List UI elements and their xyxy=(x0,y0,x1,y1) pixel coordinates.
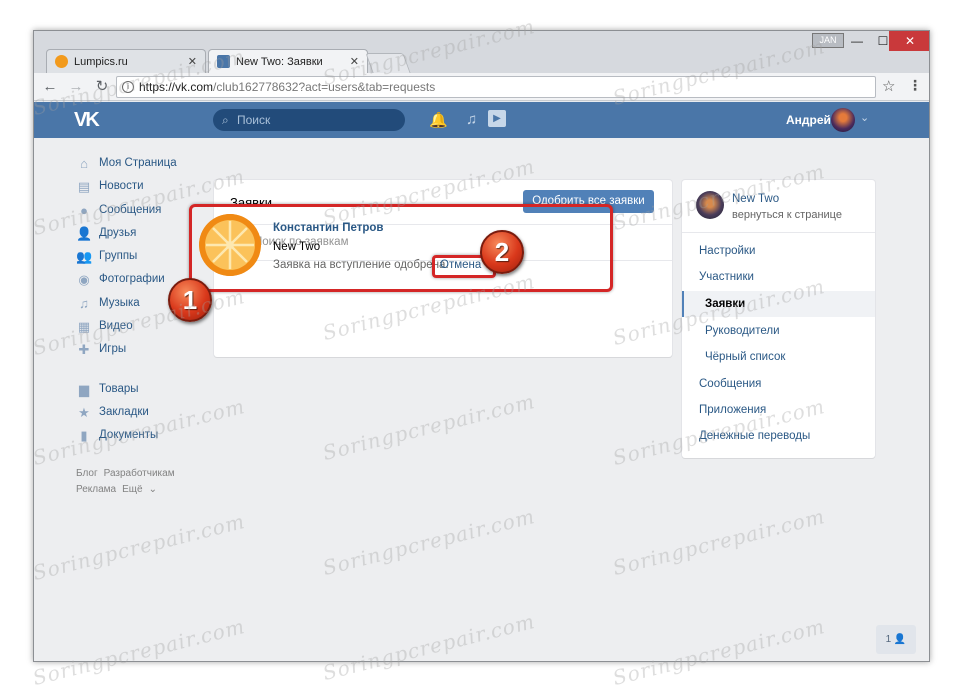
group-name-link[interactable]: New Two xyxy=(732,193,779,205)
sidebar-item-groups[interactable]: 👥Группы1 xyxy=(76,245,240,268)
menu-item-blacklist[interactable]: Чёрный список xyxy=(705,351,785,363)
profile-badge[interactable]: JAN xyxy=(812,33,844,48)
sidebar-item-label: Группы xyxy=(99,250,138,263)
footer-link-ads[interactable]: Реклама xyxy=(76,484,116,495)
footer-link-more[interactable]: Ещё xyxy=(122,484,142,495)
star-icon[interactable]: ☆ xyxy=(882,77,895,95)
search-icon: ⌕ xyxy=(222,113,229,127)
messages-icon: ● xyxy=(80,202,88,218)
annotation-badge-1: 1 xyxy=(168,278,212,322)
star-icon: ★ xyxy=(78,404,90,420)
sidebar-item-label: Документы xyxy=(99,429,159,442)
camera-icon: ◉ xyxy=(78,272,90,288)
back-to-page-link[interactable]: вернуться к странице xyxy=(732,209,842,221)
group-avatar[interactable] xyxy=(696,191,724,219)
sidebar-separator xyxy=(76,362,204,378)
tab-requests[interactable]: New Two: Заявки ✕ xyxy=(208,49,368,73)
sidebar-item-bookmarks[interactable]: ★ Закладки xyxy=(76,401,204,424)
menu-item-members[interactable]: Участники xyxy=(699,271,754,283)
user-name[interactable]: Андрей xyxy=(786,113,831,127)
friends-icon: 👤 xyxy=(76,225,93,241)
tab-close-icon[interactable]: ✕ xyxy=(188,55,197,68)
chevron-down-icon[interactable]: ⌄ xyxy=(860,111,869,124)
groups-icon: 👥 xyxy=(76,249,93,265)
news-icon: ▤ xyxy=(77,179,91,195)
sidebar-item-label: Моя Страница xyxy=(99,157,177,169)
annotation-highlight-request xyxy=(189,204,613,292)
sidebar-item-documents[interactable]: ▮ Документы xyxy=(76,424,204,447)
footer-link-blog[interactable]: Блог xyxy=(76,468,98,479)
bell-icon[interactable]: 🔔 xyxy=(429,111,448,129)
home-icon: ⌂ xyxy=(80,156,88,171)
sidebar-item-label: Новости xyxy=(99,180,144,193)
online-friends-button[interactable]: 1 👤 xyxy=(876,625,916,654)
url-path: /club162778632?act=users&tab=requests xyxy=(213,80,436,94)
group-manage-menu: New Two вернуться к странице Настройки У… xyxy=(682,180,875,458)
url-host: https://vk.com xyxy=(139,80,214,94)
title-bar: Lumpics.ru ✕ New Two: Заявки ✕ JAN — ☐ ✕ xyxy=(34,31,929,73)
divider xyxy=(682,232,875,233)
footer-link-developers[interactable]: Разработчикам xyxy=(104,468,175,479)
annotation-badge-2: 2 xyxy=(480,230,524,274)
sidebar-item-friends[interactable]: 👤 Друзья xyxy=(76,222,204,245)
menu-item-settings[interactable]: Настройки xyxy=(699,245,755,257)
search-placeholder: Поиск xyxy=(237,113,271,127)
menu-item-managers[interactable]: Руководители xyxy=(705,325,780,337)
sidebar-item-messages[interactable]: ● Сообщения xyxy=(76,199,204,222)
vk-logo[interactable]: VK xyxy=(74,109,100,132)
avatar[interactable] xyxy=(831,108,855,132)
bag-icon: ▆ xyxy=(79,381,89,397)
sidebar-item-label: Игры xyxy=(99,343,127,356)
sidebar-item-goods[interactable]: ▆ Товары xyxy=(76,378,204,401)
tab-label: Lumpics.ru xyxy=(74,55,128,68)
forward-arrow-icon[interactable]: → xyxy=(66,77,86,97)
menu-item-money-transfers[interactable]: Денежные переводы xyxy=(699,430,810,442)
header-search-input[interactable]: ⌕ Поиск xyxy=(213,109,405,131)
reload-icon[interactable]: ↻ xyxy=(92,77,112,97)
play-icon[interactable]: ▶ xyxy=(488,110,506,127)
video-icon: ▦ xyxy=(77,319,91,335)
info-icon[interactable]: i xyxy=(122,81,134,93)
sidebar-item-label: Друзья xyxy=(99,226,137,239)
tab-close-icon[interactable]: ✕ xyxy=(350,55,359,68)
chevron-down-icon[interactable]: ⌄ xyxy=(149,484,157,495)
sidebar-item-label: Фотографии xyxy=(99,273,165,286)
sidebar-item-label: Сообщения xyxy=(99,203,162,216)
sidebar-item-label: Товары xyxy=(99,382,139,395)
music-icon: ♫ xyxy=(79,295,89,311)
menu-item-apps[interactable]: Приложения xyxy=(699,404,766,416)
menu-item-messages[interactable]: Сообщения xyxy=(699,378,761,390)
vk-favicon-icon xyxy=(217,55,230,68)
sidebar-item-my-page[interactable]: ⌂ Моя Страница xyxy=(76,152,204,175)
screenshot-stage: Lumpics.ru ✕ New Two: Заявки ✕ JAN — ☐ ✕… xyxy=(0,0,964,694)
new-tab-button[interactable] xyxy=(365,53,411,73)
sidebar-item-news[interactable]: ▤ Новости xyxy=(76,175,204,198)
footer-links: Блог Разработчикам Реклама Ещё ⌄ xyxy=(76,466,181,498)
address-bar[interactable]: i https://vk.com/club162778632?act=users… xyxy=(116,76,876,98)
close-window-button[interactable]: ✕ xyxy=(889,31,929,51)
lumpics-favicon-icon xyxy=(55,55,68,68)
sidebar-item-label: Закладки xyxy=(99,405,149,418)
menu-dots-icon[interactable]: ⋮ xyxy=(908,77,922,94)
tab-label: New Two: Заявки xyxy=(236,55,323,68)
gamepad-icon: ✚ xyxy=(78,342,90,358)
menu-item-requests-label: Заявки xyxy=(705,298,746,310)
sidebar-item-games[interactable]: ✚Игры3 xyxy=(76,338,240,361)
music-icon[interactable]: ♫ xyxy=(466,111,477,128)
document-icon: ▮ xyxy=(80,428,88,444)
browser-toolbar: ← → ↻ i https://vk.com/club162778632?act… xyxy=(34,73,929,101)
sidebar-item-label: Музыка xyxy=(99,296,140,309)
tab-lumpics[interactable]: Lumpics.ru ✕ xyxy=(46,49,206,73)
vk-header: VK ⌕ Поиск 🔔 ♫ ▶ Андрей ⌄ xyxy=(34,102,929,138)
sidebar-item-label: Видео xyxy=(99,320,133,333)
browser-window: Lumpics.ru ✕ New Two: Заявки ✕ JAN — ☐ ✕… xyxy=(33,30,930,662)
back-arrow-icon[interactable]: ← xyxy=(40,77,60,97)
